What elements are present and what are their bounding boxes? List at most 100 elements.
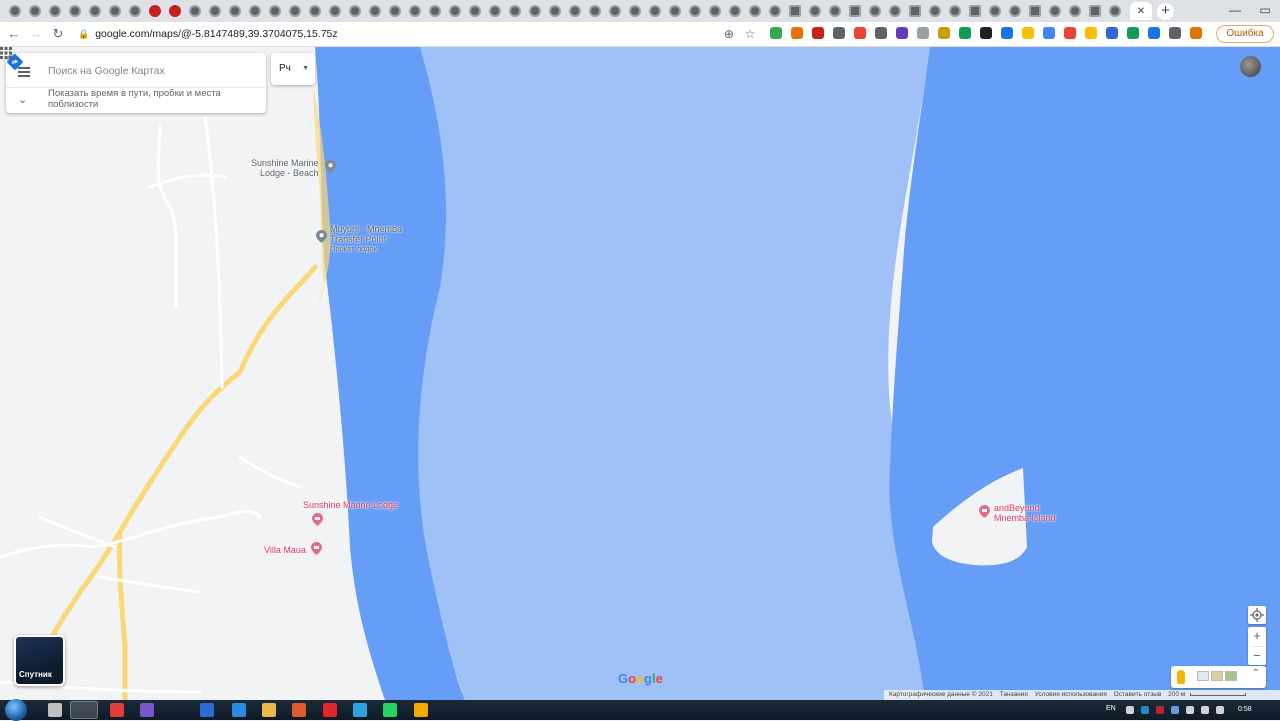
map-canvas[interactable]: Sunshine Marine Lodge - Beach Muyuni - Mn… (0, 47, 1280, 700)
pegman-icon[interactable] (1177, 670, 1185, 684)
browser-tab[interactable] (1086, 2, 1104, 20)
minimize-icon[interactable]: — (1220, 0, 1250, 22)
taskbar-app-icon[interactable] (323, 703, 337, 717)
my-location-button[interactable] (1248, 606, 1266, 624)
tray-icon[interactable] (1201, 706, 1209, 714)
category-button[interactable]: Рч ▼ (271, 53, 315, 85)
browser-tab[interactable] (166, 2, 184, 20)
place-pin-icon[interactable] (325, 160, 336, 173)
traffic-prompt[interactable]: Показать время в пути, пробки и места по… (48, 88, 258, 110)
browser-tab[interactable] (826, 2, 844, 20)
layer-thumb-icon[interactable] (1211, 671, 1223, 681)
browser-tab[interactable] (1006, 2, 1024, 20)
browser-tab[interactable] (706, 2, 724, 20)
browser-tab[interactable] (206, 2, 224, 20)
extension-icon[interactable] (833, 27, 845, 39)
browser-tab[interactable] (746, 2, 764, 20)
browser-tab[interactable] (226, 2, 244, 20)
browser-tab[interactable] (346, 2, 364, 20)
extension-icon[interactable] (770, 27, 782, 39)
place-label[interactable]: Villa Maua (264, 545, 306, 555)
browser-tab[interactable] (966, 2, 984, 20)
browser-tab[interactable] (426, 2, 444, 20)
language-indicator[interactable]: EN (1106, 700, 1116, 718)
extension-icon[interactable] (1085, 27, 1097, 39)
hotel-pin-icon[interactable] (979, 505, 990, 518)
layer-thumb-icon[interactable] (1225, 671, 1237, 681)
browser-tab[interactable] (626, 2, 644, 20)
search-input[interactable] (46, 61, 196, 81)
browser-tab[interactable] (46, 2, 64, 20)
start-button[interactable] (5, 699, 27, 721)
place-label[interactable]: andBeyond Mnemba Island (994, 503, 1056, 523)
extension-icon[interactable] (875, 27, 887, 39)
back-icon[interactable]: ← (5, 25, 23, 43)
taskbar-app-icon[interactable] (200, 703, 214, 717)
expand-icon[interactable]: ⌃ (1252, 668, 1260, 679)
place-pin-icon[interactable] (316, 230, 327, 243)
tray-icon[interactable] (1156, 706, 1164, 714)
close-tab-icon[interactable]: ✕ (1137, 6, 1145, 17)
browser-tab[interactable] (66, 2, 84, 20)
taskbar-app-icon[interactable] (140, 703, 154, 717)
extension-icon[interactable] (980, 27, 992, 39)
browser-tab[interactable] (1026, 2, 1044, 20)
satellite-toggle[interactable]: Спутник (14, 635, 65, 686)
tray-icon[interactable] (1216, 706, 1224, 714)
tray-icon[interactable] (1141, 706, 1149, 714)
browser-tab[interactable] (766, 2, 784, 20)
zoom-in-button[interactable]: + (1248, 627, 1266, 646)
browser-tab[interactable] (1066, 2, 1084, 20)
install-icon[interactable]: ⊕ (720, 25, 738, 43)
browser-tab[interactable] (466, 2, 484, 20)
browser-tab[interactable] (686, 2, 704, 20)
browser-tab[interactable] (546, 2, 564, 20)
scale-label[interactable]: 200 м (1168, 691, 1185, 698)
browser-tab[interactable] (406, 2, 424, 20)
browser-tab[interactable] (1106, 2, 1124, 20)
taskbar-app-icon[interactable] (70, 701, 98, 719)
extension-icon[interactable] (917, 27, 929, 39)
browser-tab[interactable] (866, 2, 884, 20)
terms-link[interactable]: Условия использования (1035, 691, 1107, 698)
place-label[interactable]: Sunshine Marine Lodge - Beach (251, 158, 319, 178)
browser-tab[interactable] (146, 2, 164, 20)
browser-tab[interactable] (806, 2, 824, 20)
country-link[interactable]: Танзания (1000, 691, 1028, 698)
extension-icon[interactable] (1190, 27, 1202, 39)
chevron-down-icon[interactable]: ⌄ (18, 95, 30, 106)
extension-icon[interactable] (938, 27, 950, 39)
reload-icon[interactable]: ↻ (49, 25, 67, 43)
feedback-link[interactable]: Оставить отзыв (1114, 691, 1162, 698)
layer-thumb-icon[interactable] (1197, 671, 1209, 681)
browser-tab[interactable] (846, 2, 864, 20)
taskbar-app-icon[interactable] (353, 703, 367, 717)
browser-tab[interactable] (946, 2, 964, 20)
browser-tab[interactable] (666, 2, 684, 20)
browser-tab[interactable] (586, 2, 604, 20)
tray-icon[interactable] (1186, 706, 1194, 714)
browser-tab[interactable] (306, 2, 324, 20)
forward-icon[interactable]: → (27, 25, 45, 43)
apps-grid-icon[interactable] (0, 47, 12, 59)
browser-tab[interactable] (786, 2, 804, 20)
browser-tab[interactable] (506, 2, 524, 20)
browser-tab[interactable] (486, 2, 504, 20)
maximize-icon[interactable]: ▭ (1250, 0, 1280, 22)
browser-tab[interactable] (6, 2, 24, 20)
browser-tab[interactable] (1046, 2, 1064, 20)
extension-icon[interactable] (854, 27, 866, 39)
place-label[interactable]: Muyuni - Mnemba Transfer Point Прокат лодо… (330, 224, 402, 254)
browser-tab[interactable] (126, 2, 144, 20)
browser-tab[interactable] (886, 2, 904, 20)
new-tab-button[interactable]: + (1157, 3, 1174, 20)
browser-tab[interactable] (266, 2, 284, 20)
extension-icon[interactable] (896, 27, 908, 39)
taskbar-app-icon[interactable] (383, 703, 397, 717)
extension-icon[interactable] (1064, 27, 1076, 39)
bookmark-star-icon[interactable]: ☆ (741, 25, 759, 43)
hotel-pin-icon[interactable] (311, 542, 322, 555)
zoom-out-button[interactable]: − (1248, 647, 1266, 666)
browser-tab[interactable] (726, 2, 744, 20)
taskbar-app-icon[interactable] (262, 703, 276, 717)
